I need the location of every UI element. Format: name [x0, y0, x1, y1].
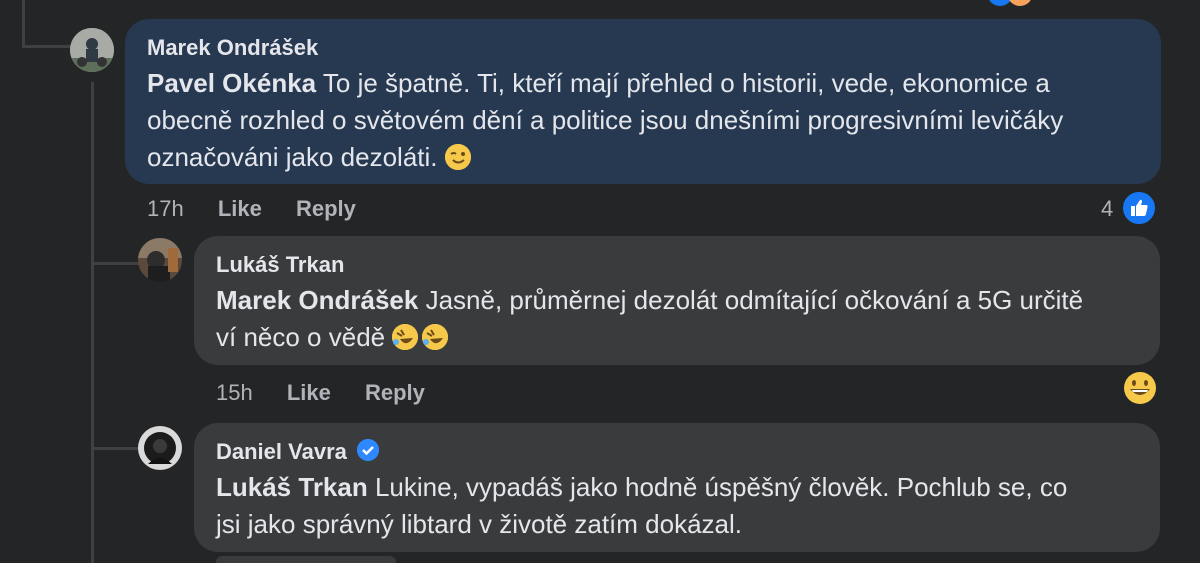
comment-time[interactable]: 15h	[216, 380, 253, 405]
comment-text-line: Jasně, průměrnej dezolát odmítající očko…	[425, 285, 1084, 315]
avatar-photo-icon	[70, 28, 114, 72]
rolling-on-floor-laughing-icon	[422, 324, 449, 350]
comment-text-line: obecně rozhled o světovém dění a politic…	[147, 105, 1064, 135]
mention-link[interactable]: Lukáš Trkan	[216, 472, 368, 502]
rolling-on-floor-laughing-icon	[392, 324, 419, 350]
top-reaction-icons	[988, 0, 1052, 6]
author-row: Daniel Vavra	[216, 439, 1138, 465]
winking-face-icon	[444, 144, 471, 170]
avatar[interactable]	[70, 28, 114, 72]
comment-bubble: Daniel Vavra Lukáš Trkan Lukine, vypadáš…	[194, 423, 1160, 552]
thread-line-reply-branch-1	[91, 262, 139, 265]
next-comment-clipped	[216, 556, 416, 563]
like-button[interactable]: Like	[218, 196, 262, 221]
comment-author[interactable]: Daniel Vavra	[216, 439, 347, 465]
mention-link[interactable]: Pavel Okénka	[147, 68, 316, 98]
comment-time[interactable]: 17h	[147, 196, 184, 221]
thread-line-reply-branch-2	[91, 447, 139, 450]
avatar[interactable]	[138, 238, 182, 282]
comment-body: Marek Ondrášek Jasně, průměrnej dezolát …	[216, 282, 1138, 356]
comment-text-line: To je špatně. Ti, kteří mají přehled o h…	[322, 68, 1050, 98]
comment-actions: 15h Like Reply	[216, 380, 453, 406]
mention-link[interactable]: Marek Ondrášek	[216, 285, 418, 315]
comment-text-line: Lukine, vypadáš jako hodně úspěšný člově…	[374, 472, 1068, 502]
avatar-photo-icon	[138, 426, 182, 470]
verified-badge-icon	[357, 439, 380, 461]
comment-text-line: jsi jako správný libtard v životě zatím …	[216, 509, 742, 539]
reply-button[interactable]: Reply	[365, 380, 425, 405]
thread-line-root	[22, 0, 25, 48]
like-button[interactable]: Like	[287, 380, 331, 405]
thread-line-root-branch	[22, 45, 70, 48]
comment-body: Lukáš Trkan Lukine, vypadáš jako hodně ú…	[216, 469, 1138, 543]
thread-line-reply	[91, 82, 94, 563]
avatar-photo-icon	[138, 238, 182, 282]
comment-body: Pavel Okénka To je špatně. Ti, kteří maj…	[147, 65, 1139, 176]
reaction-count[interactable]: 4	[1101, 196, 1113, 222]
comment-author[interactable]: Lukáš Trkan	[216, 252, 344, 278]
comment-author[interactable]: Marek Ondrášek	[147, 35, 318, 61]
reply-button[interactable]: Reply	[296, 196, 356, 221]
grinning-face-icon[interactable]	[1123, 371, 1157, 405]
comment-bubble: Marek Ondrášek Pavel Okénka To je špatně…	[125, 19, 1161, 184]
comment-text-line: označováni jako dezoláti.	[147, 142, 438, 172]
avatar[interactable]	[138, 426, 182, 470]
comment-text-line: ví něco o vědě	[216, 322, 386, 352]
like-icon[interactable]	[1121, 190, 1157, 226]
comment-actions: 17h Like Reply	[147, 196, 384, 222]
comment-bubble: Lukáš Trkan Marek Ondrášek Jasně, průměr…	[194, 236, 1160, 365]
